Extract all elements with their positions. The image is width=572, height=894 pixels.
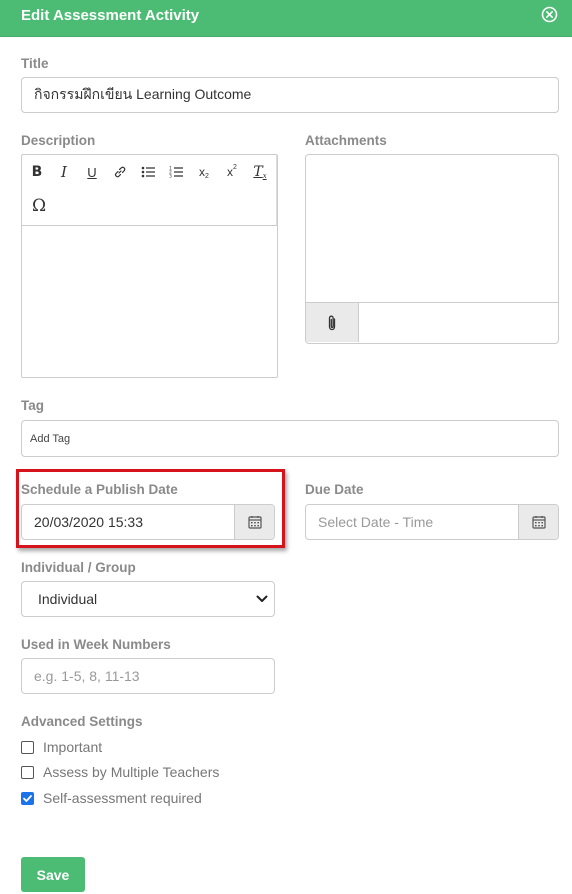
tag-input[interactable]: Add Tag <box>21 420 559 457</box>
attachments-box[interactable] <box>305 154 559 344</box>
important-checkbox[interactable] <box>21 740 34 754</box>
week-numbers-placeholder: e.g. 1-5, 8, 11-13 <box>34 668 140 684</box>
modal-header: Edit Assessment Activity <box>0 0 572 37</box>
title-input[interactable]: กิจกรรมฝึกเขียน Learning Outcome <box>21 77 559 113</box>
bulleted-list-icon[interactable] <box>137 162 159 182</box>
description-editor[interactable]: B I U 123 x2 x2 Tx Ω <box>21 154 278 378</box>
editor-toolbar-row2: Ω <box>22 191 277 226</box>
self-assessment-checkbox-row[interactable]: Self-assessment required <box>21 789 202 807</box>
save-button[interactable]: Save <box>21 857 85 892</box>
title-input-value: กิจกรรมฝึกเขียน Learning Outcome <box>34 86 252 102</box>
close-icon[interactable] <box>541 6 558 23</box>
due-date-label: Due Date <box>305 482 364 497</box>
group-select-value: Individual <box>38 591 98 607</box>
group-select[interactable]: Individual <box>21 581 275 617</box>
subscript-icon[interactable]: x2 <box>193 162 215 182</box>
italic-icon[interactable]: I <box>53 162 75 182</box>
attachments-label: Attachments <box>305 133 387 148</box>
paperclip-icon[interactable] <box>306 303 359 342</box>
omega-icon[interactable]: Ω <box>28 196 50 216</box>
superscript-icon[interactable]: x2 <box>221 162 243 182</box>
bold-icon[interactable]: B <box>26 162 48 182</box>
multiple-teachers-checkbox[interactable] <box>21 765 34 779</box>
tag-placeholder: Add Tag <box>30 432 71 445</box>
tag-label: Tag <box>21 398 44 413</box>
checkmark-icon <box>23 794 32 802</box>
toolbar-divider <box>276 155 277 225</box>
multiple-teachers-checkbox-row[interactable]: Assess by Multiple Teachers <box>21 763 219 781</box>
self-assessment-checkbox[interactable] <box>21 791 34 805</box>
due-date-placeholder: Select Date - Time <box>318 514 434 530</box>
clear-format-icon[interactable]: Tx <box>249 162 271 182</box>
week-numbers-input[interactable]: e.g. 1-5, 8, 11-13 <box>21 658 275 694</box>
numbered-list-icon[interactable]: 123 <box>165 162 187 182</box>
description-label: Description <box>21 133 96 148</box>
chevron-down-icon <box>256 595 268 602</box>
underline-icon[interactable]: U <box>81 162 103 182</box>
calendar-icon[interactable] <box>518 505 558 539</box>
svg-text:3: 3 <box>169 174 172 180</box>
important-checkbox-row[interactable]: Important <box>21 738 102 756</box>
editor-toolbar: B I U 123 x2 x2 Tx <box>22 155 277 189</box>
title-label: Title <box>21 56 49 71</box>
publish-date-highlight <box>16 469 285 548</box>
important-label: Important <box>43 739 103 755</box>
group-label: Individual / Group <box>21 560 136 575</box>
due-date-input[interactable]: Select Date - Time <box>305 504 559 540</box>
self-assessment-label: Self-assessment required <box>43 790 202 806</box>
attachments-bar <box>306 302 558 343</box>
week-numbers-label: Used in Week Numbers <box>21 637 171 652</box>
multiple-teachers-label: Assess by Multiple Teachers <box>43 764 220 780</box>
modal-title: Edit Assessment Activity <box>21 7 200 24</box>
link-icon[interactable] <box>109 162 131 182</box>
advanced-settings-label: Advanced Settings <box>21 714 143 729</box>
